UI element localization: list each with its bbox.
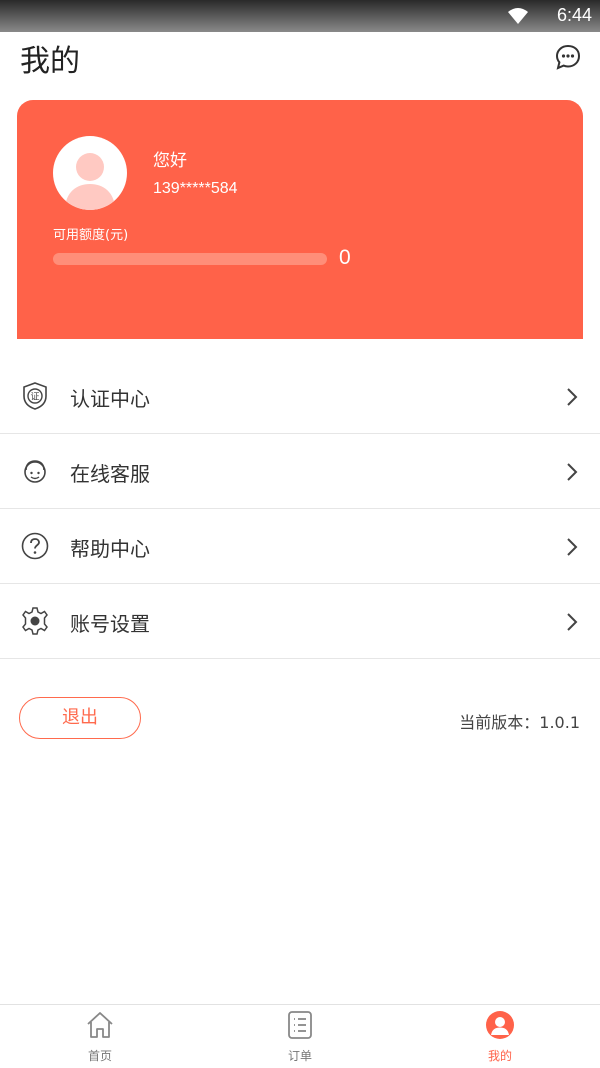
version-label: 当前版本：1.0.1	[459, 713, 580, 732]
menu-item-certification[interactable]: 证 认证中心	[0, 359, 600, 434]
customer-service-icon	[24, 460, 46, 483]
menu-item-customer-service[interactable]: 在线客服	[0, 434, 600, 509]
tab-home[interactable]: 首页	[0, 1005, 200, 1068]
help-circle-icon	[21, 532, 49, 560]
tab-label: 首页	[87, 1049, 112, 1063]
credit-progress-bar	[53, 253, 327, 265]
default-avatar-icon	[65, 153, 115, 210]
menu-item-help[interactable]: 帮助中心	[0, 509, 600, 584]
chevron-right-icon	[567, 613, 578, 631]
menu-item-account-settings[interactable]: 账号设置	[0, 584, 600, 659]
credit-label: 可用额度(元)	[53, 228, 129, 243]
menu-item-label: 在线客服	[70, 462, 150, 486]
tab-label: 我的	[487, 1049, 512, 1063]
tab-orders[interactable]: 订单	[200, 1005, 400, 1068]
page-title: 我的	[20, 44, 80, 79]
svg-text:证: 证	[30, 392, 39, 403]
chevron-right-icon	[567, 463, 578, 481]
chat-bubble-icon	[555, 44, 581, 70]
order-list-icon	[288, 1011, 312, 1039]
chevron-right-icon	[567, 388, 578, 406]
wifi-icon	[508, 8, 528, 24]
menu-list: 证 认证中心 在线客服 帮助中心 账号设置	[0, 359, 600, 659]
status-time: 6:44	[556, 5, 592, 25]
chevron-right-icon	[567, 538, 578, 556]
message-button[interactable]	[554, 43, 582, 71]
profile-icon	[486, 1011, 514, 1039]
tab-profile[interactable]: 我的	[400, 1005, 600, 1068]
gear-icon	[22, 607, 48, 635]
home-icon	[87, 1012, 113, 1038]
credit-value: 0	[339, 246, 351, 269]
logout-button[interactable]: 退出	[19, 697, 141, 739]
menu-item-label: 账号设置	[70, 612, 150, 636]
greeting-text: 您好	[153, 151, 187, 171]
profile-card: 您好 139*****584 可用额度(元) 0	[17, 100, 583, 339]
phone-number: 139*****584	[153, 180, 238, 197]
menu-item-label: 认证中心	[70, 387, 150, 411]
avatar[interactable]	[53, 136, 127, 210]
menu-item-label: 帮助中心	[70, 537, 150, 561]
bottom-tab-bar: 首页 订单 我的	[0, 1004, 600, 1068]
certificate-badge-icon: 证	[23, 382, 47, 410]
tab-label: 订单	[287, 1049, 312, 1063]
status-bar: 6:44	[0, 0, 600, 32]
